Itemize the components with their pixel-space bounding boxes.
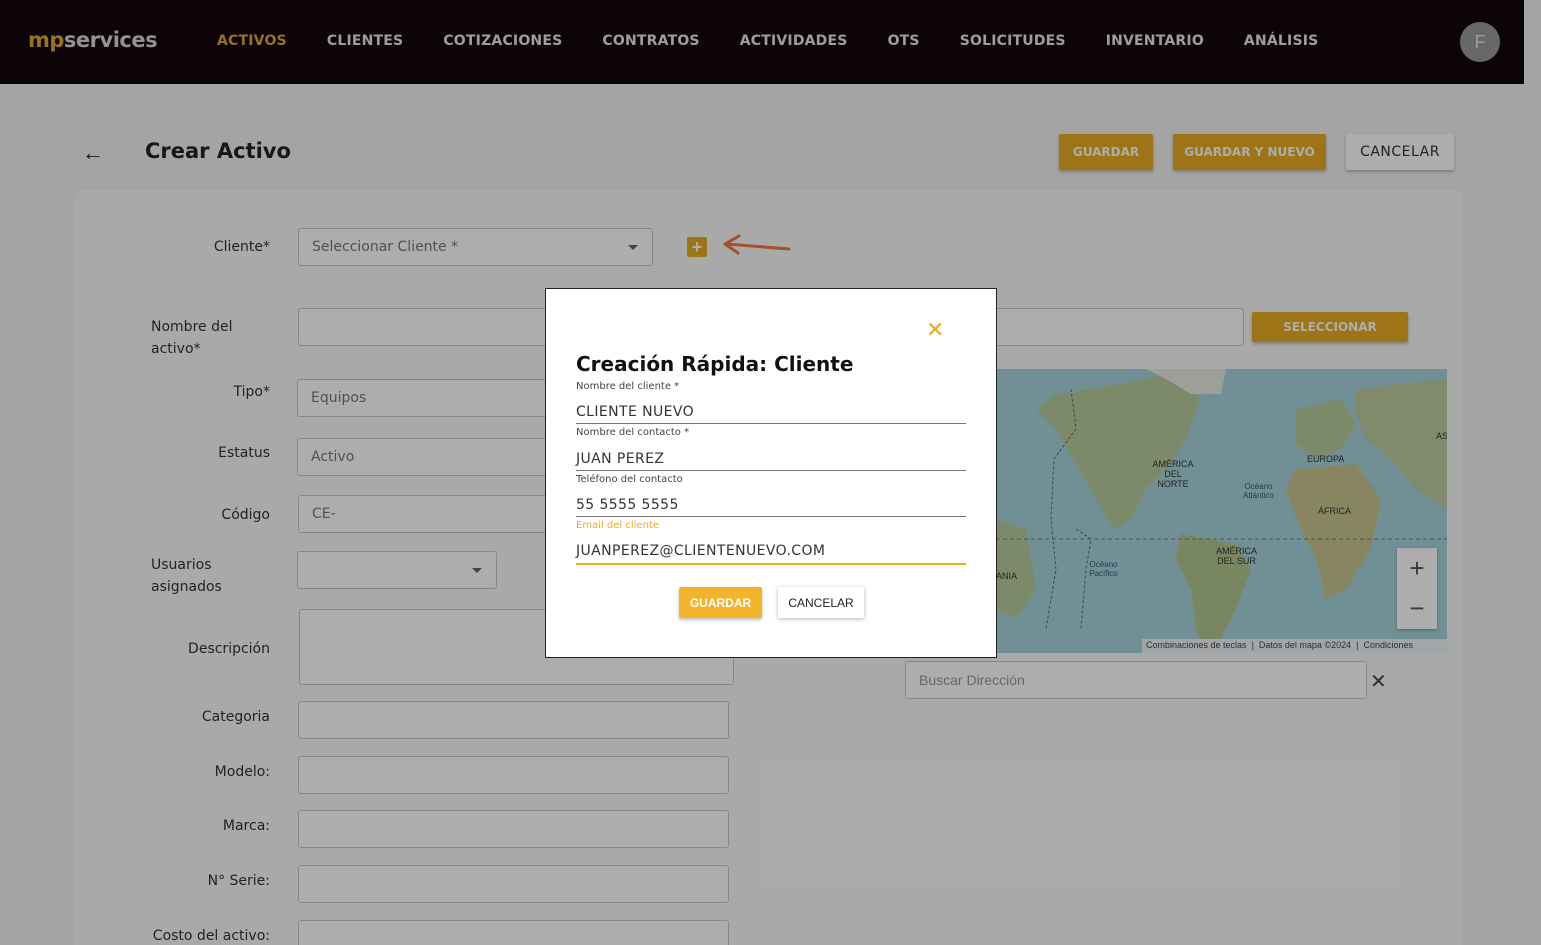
client-email-label: Email del cliente <box>576 520 659 531</box>
client-name-label: Nombre del cliente * <box>576 381 680 392</box>
contact-phone-label: Teléfono del contacto <box>576 474 683 485</box>
quick-create-client-modal: ✕ Creación Rápida: Cliente Nombre del cl… <box>545 288 997 658</box>
contact-name-input[interactable]: JUAN PEREZ <box>576 447 966 471</box>
client-name-input[interactable]: CLIENTE NUEVO <box>576 400 966 424</box>
modal-title: Creación Rápida: Cliente <box>576 352 854 376</box>
contact-phone-input[interactable]: 55 5555 5555 <box>576 493 966 517</box>
close-icon[interactable]: ✕ <box>926 317 944 343</box>
client-email-input[interactable]: JUANPEREZ@CLIENTENUEVO.COM <box>576 539 966 565</box>
contact-name-label: Nombre del contacto * <box>576 427 690 438</box>
modal-save-button[interactable]: GUARDAR <box>679 587 762 618</box>
modal-cancel-button[interactable]: CANCELAR <box>778 587 864 618</box>
